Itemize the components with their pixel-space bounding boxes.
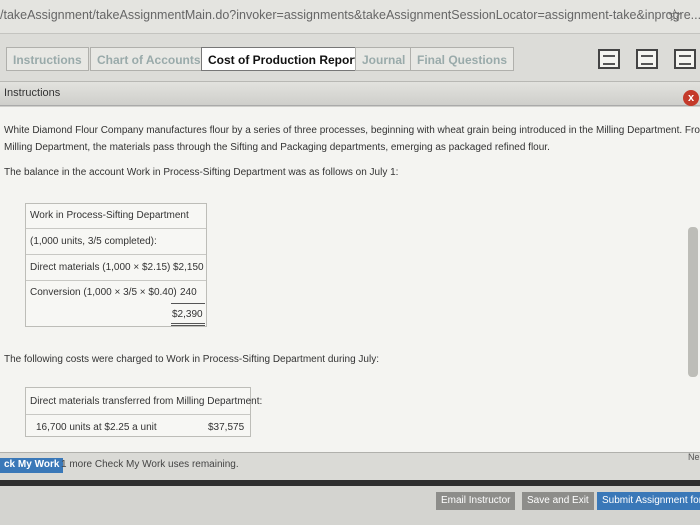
- balance-text: The balance in the account Work in Proce…: [4, 167, 399, 178]
- wip-row2-value: 240: [180, 287, 197, 298]
- sum-underline: [171, 303, 205, 304]
- wip-units-line: (1,000 units, 3/5 completed):: [30, 236, 157, 247]
- email-instructor-button[interactable]: Email Instructor: [436, 492, 516, 510]
- divider: [26, 280, 206, 281]
- wip-row1-value: $2,150: [173, 262, 204, 273]
- tab-cost-of-production-report[interactable]: Cost of Production Report: [201, 47, 365, 71]
- assignment-tab-bar: Instructions Chart of Accounts Cost of P…: [0, 34, 700, 82]
- tab-final-questions[interactable]: Final Questions: [410, 47, 515, 71]
- check-my-work-button[interactable]: ck My Work: [0, 458, 64, 473]
- instructions-content: White Diamond Flour Company manufactures…: [0, 107, 700, 452]
- url-text[interactable]: /takeAssignment/takeAssignmentMain.do?in…: [0, 8, 700, 22]
- wip-total: $2,390: [172, 309, 203, 320]
- panel-title: Instructions: [4, 87, 61, 99]
- star-icon[interactable]: ☆: [667, 6, 682, 26]
- divider: [26, 254, 206, 255]
- divider: [26, 414, 250, 415]
- total-underline: [171, 323, 205, 324]
- close-panel-button[interactable]: x: [683, 90, 699, 106]
- wip-row2-label: Conversion (1,000 × 3/5 × $0.40): [30, 287, 177, 298]
- wip-table-title: Work in Process-Sifting Department: [30, 210, 189, 221]
- intro-line-2: Milling Department, the materials pass t…: [4, 142, 550, 153]
- total-double-underline: [171, 325, 205, 326]
- costs-text: The following costs were charged to Work…: [4, 354, 379, 365]
- costs-row1-label: 16,700 units at $2.25 a unit: [36, 422, 157, 433]
- save-and-exit-button[interactable]: Save and Exit: [522, 492, 594, 510]
- notes-icon[interactable]: [674, 49, 696, 69]
- intro-line-1: White Diamond Flour Company manufactures…: [4, 125, 700, 136]
- costs-row1-value: $37,575: [208, 422, 245, 433]
- footer-bar: [0, 486, 700, 525]
- instructions-header: Instructions: [0, 82, 700, 106]
- next-link[interactable]: Ne: [688, 452, 700, 462]
- browser-address-bar[interactable]: /takeAssignment/takeAssignmentMain.do?in…: [0, 0, 700, 34]
- calculator-icon[interactable]: [636, 49, 658, 69]
- print-icon[interactable]: [598, 49, 620, 69]
- tab-chart-of-accounts[interactable]: Chart of Accounts: [90, 47, 208, 71]
- divider: [26, 228, 206, 229]
- wip-row1-label: Direct materials (1,000 × $2.15): [30, 262, 171, 273]
- check-remaining-text: 1 more Check My Work uses remaining.: [61, 459, 239, 470]
- costs-table-header: Direct materials transferred from Millin…: [30, 396, 263, 407]
- submit-assignment-button[interactable]: Submit Assignment for: [597, 492, 700, 510]
- tab-instructions[interactable]: Instructions: [6, 47, 89, 71]
- tab-journal[interactable]: Journal: [355, 47, 413, 71]
- scrollbar-thumb[interactable]: [688, 227, 698, 377]
